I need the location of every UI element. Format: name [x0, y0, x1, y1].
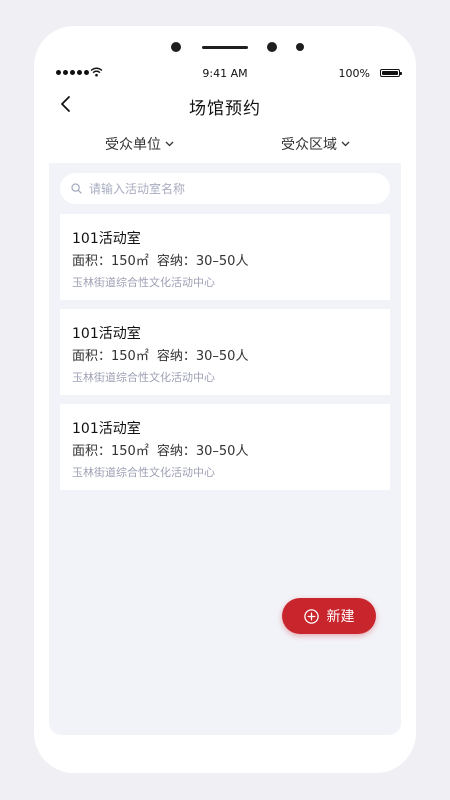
capacity-label: 容纳：: [156, 444, 196, 459]
filter-audience-area[interactable]: 受众区域: [281, 134, 350, 154]
filter-audience-unit[interactable]: 受众单位: [105, 134, 174, 154]
room-meta: 面积：150㎡ 容纳：30–50人: [72, 345, 248, 364]
battery-icon: [380, 69, 402, 77]
room-name: 101活动室: [72, 326, 141, 342]
room-organization: 玉林街道综合性文化活动中心: [72, 276, 215, 289]
hardware-bar: [34, 42, 416, 54]
status-bar: 9:41 AM 100%: [34, 66, 416, 82]
filter-bar: 受众单位 受众区域: [34, 130, 416, 156]
room-meta: 面积：150㎡ 容纳：30–50人: [72, 250, 248, 269]
filter-label: 受众区域: [281, 137, 337, 153]
front-camera-dot: [171, 42, 181, 52]
page-title: 场馆预约: [189, 99, 261, 119]
area-label: 面积：: [72, 349, 112, 364]
room-meta: 面积：150㎡ 容纳：30–50人: [72, 440, 248, 459]
area-value: 150㎡: [111, 444, 149, 459]
search-input[interactable]: [87, 180, 371, 197]
room-card[interactable]: 101活动室 面积：150㎡ 容纳：30–50人 玉林街道综合性文化活动中心: [60, 309, 390, 395]
search-icon: [71, 183, 82, 194]
room-card[interactable]: 101活动室 面积：150㎡ 容纳：30–50人 玉林街道综合性文化活动中心: [60, 214, 390, 300]
area-value: 150㎡: [111, 254, 149, 269]
capacity-label: 容纳：: [156, 254, 196, 269]
area-label: 面积：: [72, 444, 112, 459]
new-button[interactable]: 新建: [282, 598, 376, 634]
speaker-grille: [202, 46, 248, 49]
room-card[interactable]: 101活动室 面积：150㎡ 容纳：30–50人 玉林街道综合性文化活动中心: [60, 404, 390, 490]
new-button-label: 新建: [326, 609, 355, 625]
capacity-value: 30–50人: [195, 444, 249, 459]
chevron-down-icon: [341, 141, 350, 147]
navigation-bar: 场馆预约: [34, 88, 416, 120]
phone-frame: 9:41 AM 100% 场馆预约 受众单位 受众区域 请输入活动室名称 101…: [34, 26, 416, 773]
chevron-down-icon: [165, 141, 174, 147]
battery-percentage: 100%: [338, 67, 370, 80]
room-organization: 玉林街道综合性文化活动中心: [72, 466, 215, 479]
room-list-area: 101活动室 面积：150㎡容纳：30–50人 玉林街道综合性文化活动中心 10…: [49, 163, 401, 735]
area-label: 面积：: [72, 254, 112, 269]
room-organization: 玉林街道综合性文化活动中心: [72, 371, 215, 384]
capacity-value: 30–50人: [195, 349, 249, 364]
capacity-label: 容纳：: [156, 349, 196, 364]
area-value: 150㎡: [111, 349, 149, 364]
capacity-value: 30–50人: [195, 254, 249, 269]
filter-label: 受众单位: [105, 137, 161, 153]
sensor-dot-small: [296, 43, 304, 51]
search-bar: [60, 173, 390, 204]
plus-circle-icon: [303, 608, 319, 624]
room-name: 101活动室: [72, 231, 141, 247]
sensor-dot: [267, 42, 277, 52]
room-name: 101活动室: [72, 421, 141, 437]
